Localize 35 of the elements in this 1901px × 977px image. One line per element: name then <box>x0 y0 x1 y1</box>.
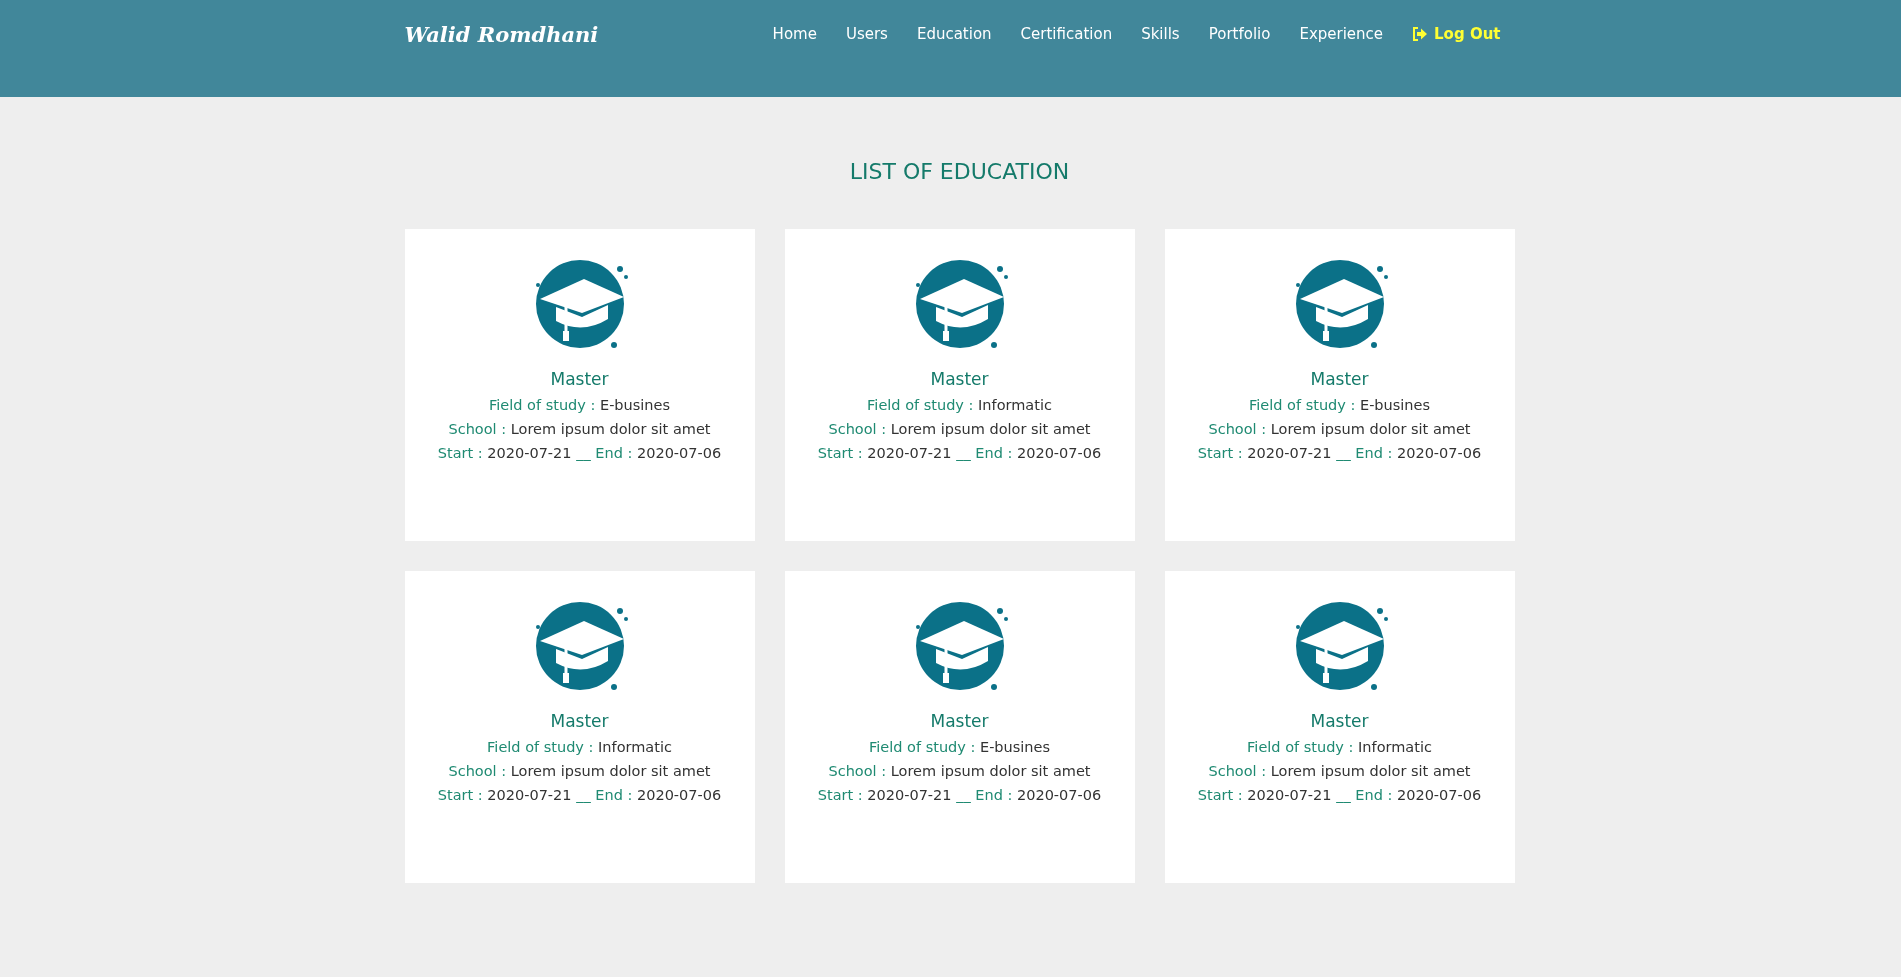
degree-title: Master <box>930 369 989 389</box>
field-of-study-line: Field of study : Informatic <box>1247 738 1432 757</box>
field-of-study-line: Field of study : E-busines <box>869 738 1050 757</box>
degree-title: Master <box>550 369 609 389</box>
school-line: School : Lorem ipsum dolor sit amet <box>828 420 1091 439</box>
brand-logo[interactable]: Walid Romdhani <box>404 22 599 47</box>
degree-title: Master <box>930 711 989 731</box>
school-line: School : Lorem ipsum dolor sit amet <box>1208 762 1471 781</box>
dates-line: Start : 2020-07-21 __ End : 2020-07-06 <box>1197 444 1482 463</box>
page-title: LIST OF EDUCATION <box>849 159 1070 184</box>
dates-line: Start : 2020-07-21 __ End : 2020-07-06 <box>437 786 722 805</box>
school-line: School : Lorem ipsum dolor sit amet <box>448 762 711 781</box>
degree-title: Master <box>1310 711 1369 731</box>
dates-line: Start : 2020-07-21 __ End : 2020-07-06 <box>437 444 722 463</box>
nav-link[interactable]: Education <box>916 25 992 43</box>
nav-link[interactable]: Skills <box>1141 25 1180 43</box>
dates-line: Start : 2020-07-21 __ End : 2020-07-06 <box>817 786 1102 805</box>
nav-link[interactable]: Experience <box>1299 25 1384 43</box>
field-of-study-line: Field of study : E-busines <box>1249 396 1430 415</box>
school-line: School : Lorem ipsum dolor sit amet <box>828 762 1091 781</box>
logout-link[interactable]: Log Out <box>1412 25 1501 43</box>
field-of-study-line: Field of study : E-busines <box>489 396 670 415</box>
degree-title: Master <box>550 711 609 731</box>
field-of-study-line: Field of study : Informatic <box>867 396 1052 415</box>
logout-icon <box>1412 27 1429 41</box>
nav-link[interactable]: Users <box>845 25 888 43</box>
dates-line: Start : 2020-07-21 __ End : 2020-07-06 <box>817 444 1102 463</box>
degree-title: Master <box>1310 369 1369 389</box>
school-line: School : Lorem ipsum dolor sit amet <box>448 420 711 439</box>
nav-link[interactable]: Certification <box>1020 25 1113 43</box>
nav-link[interactable]: Home <box>772 25 817 43</box>
dates-line: Start : 2020-07-21 __ End : 2020-07-06 <box>1197 786 1482 805</box>
school-line: School : Lorem ipsum dolor sit amet <box>1208 420 1471 439</box>
field-of-study-line: Field of study : Informatic <box>487 738 672 757</box>
nav-link[interactable]: Portfolio <box>1208 25 1271 43</box>
